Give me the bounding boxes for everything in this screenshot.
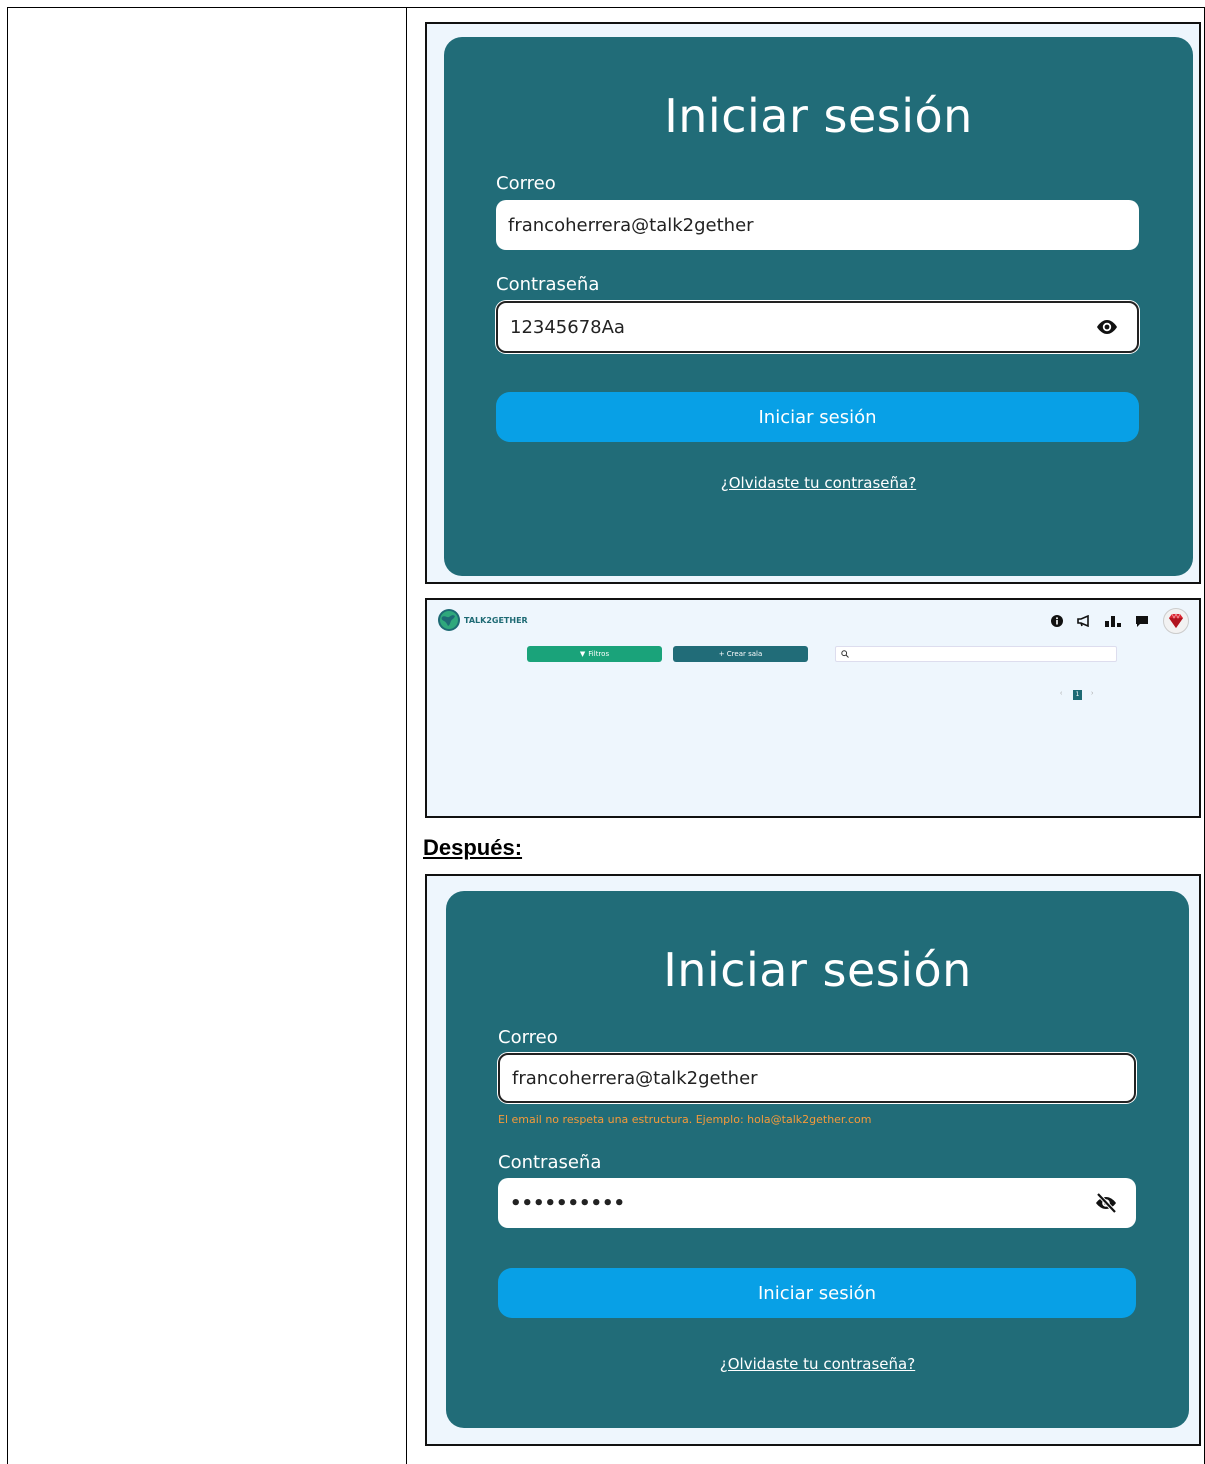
email-error-message: El email no respeta una estructura. Ejem… (498, 1113, 872, 1126)
avatar-ruby-icon[interactable] (1163, 608, 1189, 634)
eye-icon[interactable] (1095, 315, 1119, 339)
email-value: francoherrera@talk2gether (508, 214, 754, 236)
password-field[interactable]: •••••••••• (498, 1178, 1136, 1228)
brand-logo[interactable]: TALK2GETHER (437, 608, 528, 632)
login-title: Iniciar sesión (663, 943, 972, 997)
email-field[interactable]: francoherrera@talk2gether (498, 1053, 1136, 1103)
after-heading: Después: (423, 835, 523, 860)
create-room-button[interactable]: + Crear sala (673, 646, 808, 662)
password-label: Contraseña (498, 1152, 602, 1173)
app-home-screenshot: TALK2GETHER ▼ Filtros + Crear sala ‹ 1 › (425, 598, 1201, 818)
email-label: Correo (498, 1027, 558, 1048)
password-field[interactable]: 12345678Aa (496, 301, 1139, 353)
filters-button[interactable]: ▼ Filtros (527, 646, 662, 662)
email-field[interactable]: francoherrera@talk2gether (496, 200, 1139, 250)
globe-logo-icon (438, 609, 460, 631)
filters-label: Filtros (588, 650, 610, 658)
password-label: Contraseña (496, 274, 600, 295)
login-title: Iniciar sesión (664, 89, 973, 143)
login-card: Iniciar sesión Correo francoherrera@talk… (444, 37, 1193, 576)
before-login-screenshot: Iniciar sesión Correo francoherrera@talk… (425, 22, 1201, 584)
login-card: Iniciar sesión Correo francoherrera@talk… (446, 891, 1189, 1428)
password-value: 12345678Aa (510, 316, 625, 338)
next-page-icon[interactable]: › (1091, 690, 1093, 697)
after-login-screenshot: Iniciar sesión Correo francoherrera@talk… (425, 874, 1201, 1446)
table-left-cell (7, 7, 407, 1464)
forgot-password-link[interactable]: ¿Olvidaste tu contraseña? (444, 474, 1193, 492)
login-button[interactable]: Iniciar sesión (496, 392, 1139, 442)
info-icon[interactable] (1051, 615, 1063, 627)
email-value: francoherrera@talk2gether (512, 1067, 758, 1089)
eye-slash-icon[interactable] (1094, 1191, 1118, 1215)
search-input[interactable] (835, 646, 1117, 662)
prev-page-icon[interactable]: ‹ (1060, 690, 1062, 697)
megaphone-icon[interactable] (1077, 615, 1091, 627)
brand-name: TALK2GETHER (464, 615, 528, 625)
password-value: •••••••••• (510, 1192, 626, 1214)
page-number[interactable]: 1 (1073, 690, 1082, 700)
ranking-icon[interactable] (1105, 615, 1121, 627)
email-label: Correo (496, 173, 556, 194)
filter-icon: ▼ (579, 650, 586, 658)
login-button[interactable]: Iniciar sesión (498, 1268, 1136, 1318)
search-icon (841, 650, 849, 658)
chat-icon[interactable] (1135, 615, 1149, 628)
forgot-password-link[interactable]: ¿Olvidaste tu contraseña? (446, 1355, 1189, 1373)
